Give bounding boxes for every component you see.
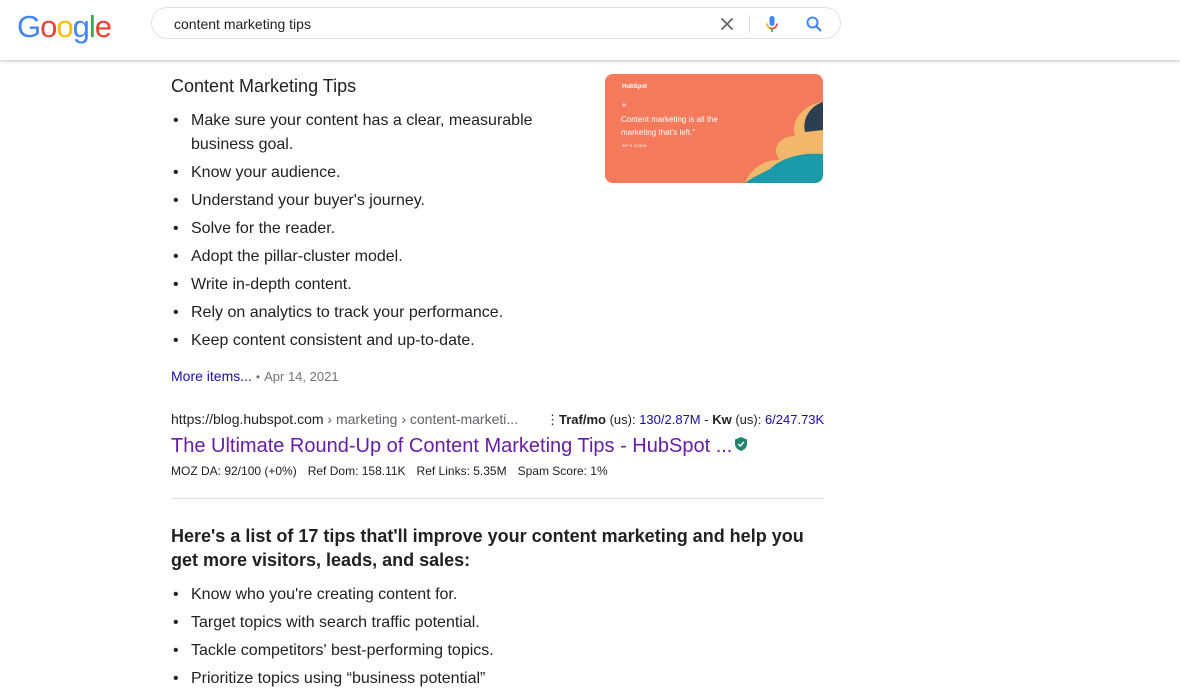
logo-letter: g xyxy=(72,9,90,44)
clear-icon[interactable] xyxy=(717,14,737,34)
traf-label: Traf/mo xyxy=(559,412,606,427)
result-breadcrumb: › marketing › content-marketi... xyxy=(323,411,519,427)
separator-dot: • xyxy=(255,370,261,384)
logo-letter: e xyxy=(94,9,112,44)
list-item: Make sure your content has a clear, meas… xyxy=(171,109,551,157)
snippet2-title: Here's a list of 17 tips that'll improve… xyxy=(171,526,804,570)
moz-da: MOZ DA: 92/100 (+0%) xyxy=(171,464,297,478)
more-items-link[interactable]: More items... xyxy=(171,368,252,384)
snippet-tips-list: Make sure your content has a clear, meas… xyxy=(171,109,551,357)
search-header: Google xyxy=(0,0,1180,60)
list-item: Keep content consistent and up-to-date. xyxy=(171,329,551,353)
list-item: Solve for the reader. xyxy=(171,217,551,241)
kw-label: Kw xyxy=(712,412,732,427)
result-url[interactable]: https://blog.hubspot.com › marketing › c… xyxy=(171,411,518,427)
list-item: Tackle competitors' best-performing topi… xyxy=(171,639,771,663)
traf-region: (us): xyxy=(605,412,640,427)
list-item: Adopt the pillar-cluster model. xyxy=(171,245,551,269)
seo-metrics-row: ⋮Traf/mo (us): 130/2.87M - Kw (us): 6/24… xyxy=(546,412,824,428)
divider xyxy=(171,498,823,499)
more-items-row: More items... • Apr 14, 2021 xyxy=(171,368,339,384)
search-box xyxy=(151,7,841,39)
moz-metrics-row: MOZ DA: 92/100 (+0%) Ref Dom: 158.11K Ref … xyxy=(171,464,619,478)
snippet-title: Content Marketing Tips xyxy=(171,76,357,96)
logo-letter: o xyxy=(56,9,73,44)
kw-separator: - xyxy=(700,412,713,427)
list-item: Rely on analytics to track your performa… xyxy=(171,301,551,325)
ref-dom: Ref Dom: 158.11K xyxy=(307,464,406,478)
thumbnail-author: SETH GODIN xyxy=(622,144,647,148)
quote-icon: “ xyxy=(622,102,627,112)
thumbnail-quote: Content marketing is all the marketing t… xyxy=(621,115,718,137)
result-url-base: https://blog.hubspot.com xyxy=(171,411,324,427)
result-title-link[interactable]: The Ultimate Round-Up of Content Marketi… xyxy=(171,435,748,458)
kw-value[interactable]: 6/247.73K xyxy=(765,412,824,427)
search-divider xyxy=(749,15,750,33)
search-icon[interactable] xyxy=(804,14,824,34)
search-input[interactable] xyxy=(172,13,696,35)
list-item: Know your audience. xyxy=(171,161,551,185)
list-item: Prioritize topics using “business potent… xyxy=(171,667,771,691)
snippet-thumbnail[interactable]: HubSpot “ Content marketing is all the m… xyxy=(605,74,823,183)
thumbnail-brand: HubSpot xyxy=(622,84,647,90)
google-logo[interactable]: Google xyxy=(17,9,112,45)
logo-letter: o xyxy=(40,9,57,44)
verified-shield-icon xyxy=(734,435,748,458)
spam-score: Spam Score: 1% xyxy=(517,464,608,478)
result-title-text: The Ultimate Round-Up of Content Marketi… xyxy=(171,435,733,457)
ref-links: Ref Links: 5.35M xyxy=(416,464,507,478)
list-item: Know who you're creating content for. xyxy=(171,583,771,607)
list-item: Understand your buyer's journey. xyxy=(171,189,551,213)
logo-letter: G xyxy=(17,9,41,44)
list-item: Write in-depth content. xyxy=(171,273,551,297)
list-item: Target topics with search traffic potent… xyxy=(171,611,771,635)
kw-region: (us): xyxy=(731,412,765,427)
traf-value[interactable]: 130/2.87M xyxy=(639,412,700,427)
more-options-icon[interactable]: ⋮ xyxy=(546,412,559,427)
microphone-icon[interactable] xyxy=(762,14,782,34)
snippet-date: Apr 14, 2021 xyxy=(264,369,339,384)
snippet2-tips-list: Know who you're creating content for. Ta… xyxy=(171,583,771,695)
